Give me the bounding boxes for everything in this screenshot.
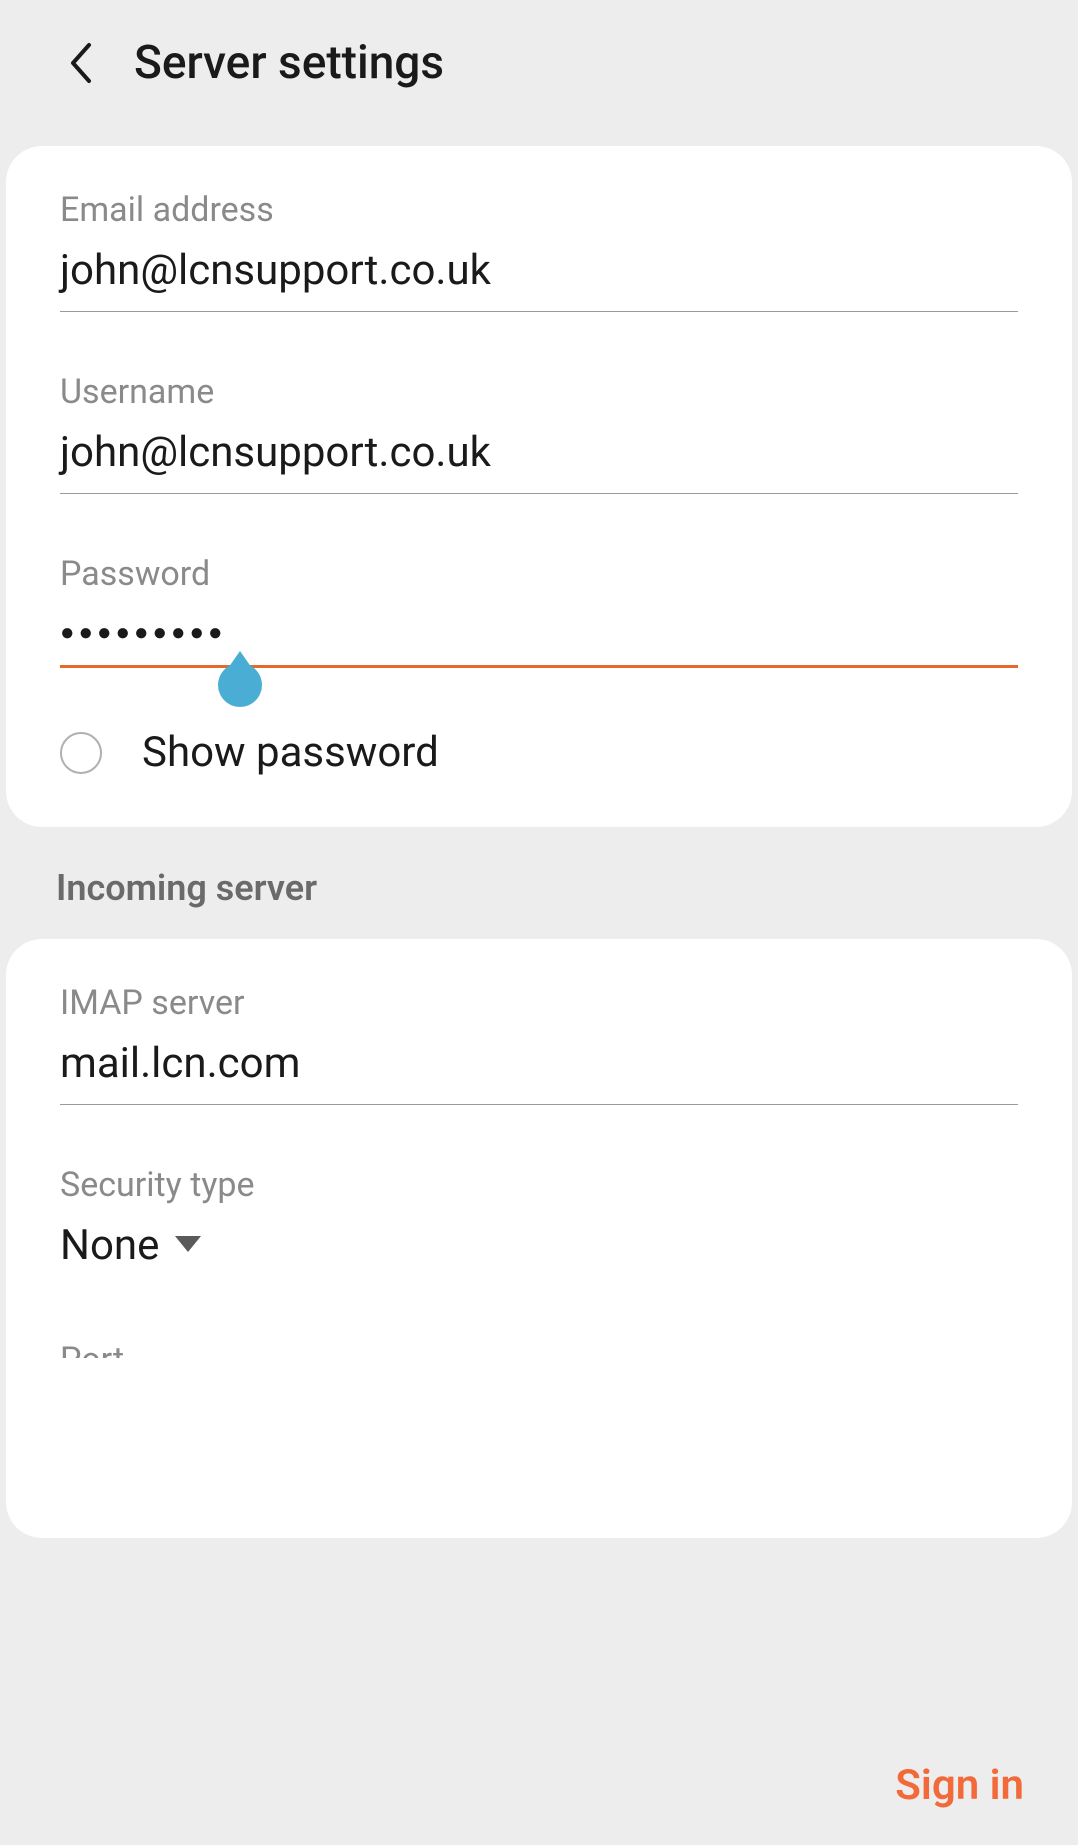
email-label: Email address (60, 190, 1018, 230)
email-input[interactable]: john@lcnsupport.co.uk (60, 246, 1018, 312)
back-arrow-icon[interactable] (56, 38, 106, 88)
show-password-checkbox[interactable] (60, 732, 102, 774)
imap-server-label: IMAP server (60, 983, 1018, 1023)
sign-in-button[interactable]: Sign in (895, 1761, 1024, 1810)
page-title: Server settings (134, 36, 444, 90)
show-password-row[interactable]: Show password (60, 728, 1018, 777)
imap-server-field: IMAP server mail.lcn.com (60, 983, 1018, 1105)
security-type-dropdown[interactable]: None (60, 1221, 1018, 1270)
chevron-down-icon (173, 1234, 203, 1258)
password-input[interactable]: ●●●●●●●●● (60, 610, 1018, 668)
port-label: Port (60, 1340, 1018, 1358)
show-password-label: Show password (142, 728, 439, 777)
username-label: Username (60, 372, 1018, 412)
email-field: Email address john@lcnsupport.co.uk (60, 190, 1018, 312)
header: Server settings (0, 0, 1078, 126)
text-cursor-handle-icon[interactable] (218, 663, 262, 707)
incoming-server-heading: Incoming server (0, 827, 1078, 939)
incoming-server-card: IMAP server mail.lcn.com Security type N… (6, 939, 1072, 1538)
password-label: Password (60, 554, 1018, 594)
security-type-field: Security type None (60, 1165, 1018, 1270)
footer-bar: Sign in (0, 1725, 1078, 1845)
password-field: Password ●●●●●●●●● (60, 554, 1018, 668)
security-type-value: None (60, 1221, 159, 1270)
username-field: Username john@lcnsupport.co.uk (60, 372, 1018, 494)
imap-server-input[interactable]: mail.lcn.com (60, 1039, 1018, 1105)
account-card: Email address john@lcnsupport.co.uk User… (6, 146, 1072, 827)
username-input[interactable]: john@lcnsupport.co.uk (60, 428, 1018, 494)
security-type-label: Security type (60, 1165, 1018, 1205)
